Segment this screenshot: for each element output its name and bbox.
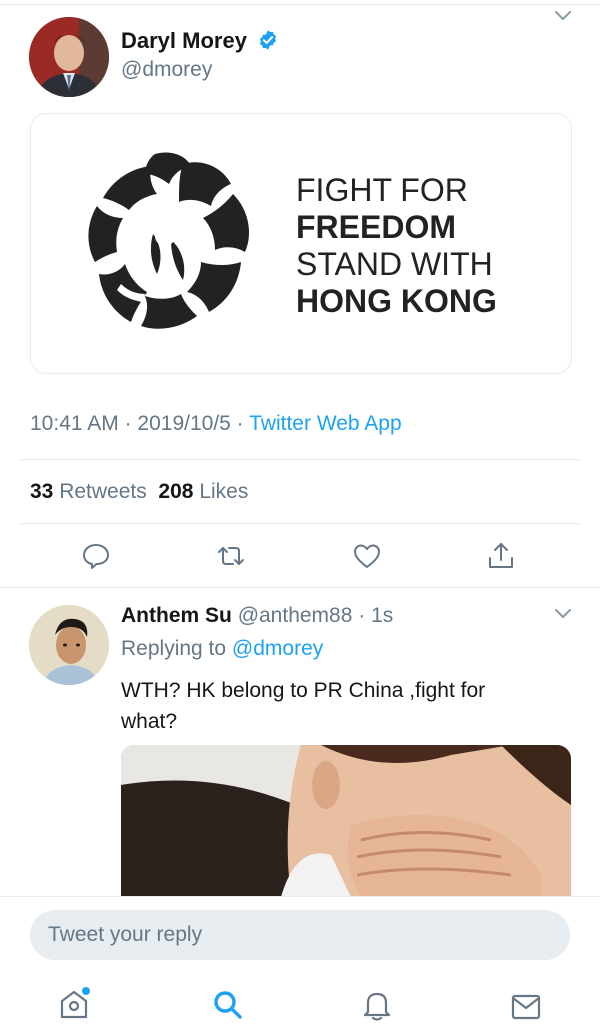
reply-input[interactable]: Tweet your reply <box>30 910 570 960</box>
verified-badge-icon <box>260 30 277 50</box>
likes-label: Likes <box>199 480 249 503</box>
meta-separator: · <box>230 412 250 435</box>
tweet-stats: 33 Retweets 208 Likes <box>30 480 248 504</box>
card-slogan: FIGHT FOR FREEDOM STAND WITH HONG KONG <box>296 172 497 320</box>
chevron-down-icon[interactable] <box>554 10 572 22</box>
chevron-down-icon[interactable] <box>554 608 572 620</box>
bauhinia-flower-icon <box>88 152 249 329</box>
reply-icon[interactable] <box>81 541 111 571</box>
likes-stat[interactable]: 208 Likes <box>158 480 248 503</box>
reply-text: WTH? HK belong to PR China ,fight for wh… <box>121 679 486 733</box>
tweet-source-link[interactable]: Twitter Web App <box>249 412 402 435</box>
like-icon[interactable] <box>352 541 382 571</box>
author-name-row[interactable]: Daryl Morey <box>121 28 279 54</box>
slogan-line-2: FREEDOM <box>296 209 456 245</box>
notifications-icon[interactable] <box>360 988 394 1022</box>
home-icon[interactable] <box>57 986 91 1020</box>
divider <box>0 587 600 588</box>
retweets-count: 33 <box>30 480 54 503</box>
slogan-line-4: HONG KONG <box>296 283 497 319</box>
reply-author-name[interactable]: Anthem Su <box>121 604 232 627</box>
reply-header: Anthem Su @anthem88 · 1s <box>121 604 393 628</box>
reply-input-placeholder: Tweet your reply <box>48 923 203 946</box>
tweet-time: 10:41 AM <box>30 412 119 435</box>
tweet-image-card[interactable]: FIGHT FOR FREEDOM STAND WITH HONG KONG <box>30 113 572 374</box>
retweet-icon[interactable] <box>216 541 246 571</box>
retweets-label: Retweets <box>59 480 147 503</box>
avatar-photo <box>29 605 109 685</box>
divider <box>20 523 580 524</box>
replying-to: Replying to @dmorey <box>121 637 323 661</box>
reply-media-image[interactable] <box>121 745 571 897</box>
author-name[interactable]: Daryl Morey <box>121 28 247 53</box>
divider <box>20 459 580 460</box>
replying-prefix: Replying to <box>121 637 232 660</box>
search-icon[interactable] <box>211 988 245 1022</box>
reply-author-handle[interactable]: @anthem88 <box>238 604 353 627</box>
avatar-photo <box>29 17 109 97</box>
slogan-line-3: STAND WITH <box>296 246 493 282</box>
tweet-meta: 10:41 AM · 2019/10/5 · Twitter Web App <box>30 412 402 436</box>
replying-to-link[interactable]: @dmorey <box>232 637 323 660</box>
retweets-stat[interactable]: 33 Retweets <box>30 480 147 503</box>
slogan-line-1: FIGHT FOR <box>296 172 468 208</box>
messages-icon[interactable] <box>509 990 543 1024</box>
top-divider <box>0 4 600 5</box>
author-handle[interactable]: @dmorey <box>121 58 212 82</box>
reply-dot: · <box>352 604 372 627</box>
meta-separator: · <box>118 412 138 435</box>
author-avatar[interactable] <box>29 17 109 97</box>
reply-age: 1s <box>371 604 394 627</box>
tweet-date: 2019/10/5 <box>137 412 231 435</box>
reply-author-avatar[interactable] <box>29 605 109 685</box>
facepalm-photo <box>121 745 571 897</box>
share-icon[interactable] <box>486 541 516 571</box>
likes-count: 208 <box>158 480 194 503</box>
